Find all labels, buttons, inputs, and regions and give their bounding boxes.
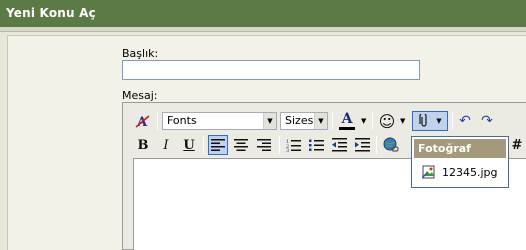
align-left-button[interactable] <box>208 135 228 155</box>
attachment-dropdown: Fotoğraf Yükle 12345.jpg <box>411 136 509 188</box>
bullet-list-icon <box>308 139 324 151</box>
align-center-button[interactable] <box>231 135 251 155</box>
chevron-down-icon[interactable]: ▼ <box>361 117 366 125</box>
chevron-down-icon: ▼ <box>263 113 276 129</box>
code-button[interactable]: # <box>507 135 526 155</box>
title-input[interactable] <box>122 60 420 80</box>
undo-icon[interactable]: ↶ <box>455 111 475 131</box>
window-title: Yeni Konu Aç <box>6 6 96 20</box>
paperclip-icon <box>419 114 427 127</box>
text-color-swatch <box>339 127 355 130</box>
remove-format-icon: A <box>135 115 150 129</box>
outdent-icon <box>331 138 347 152</box>
numbered-list-icon: 123 <box>286 139 301 152</box>
chevron-down-icon[interactable]: ▼ <box>400 117 405 125</box>
window-titlebar: Yeni Konu Aç <box>0 0 526 27</box>
svg-text:3: 3 <box>286 148 289 152</box>
image-file-icon <box>422 165 435 179</box>
bullet-list-button[interactable] <box>306 135 326 155</box>
align-right-button[interactable] <box>254 135 274 155</box>
redo-icon[interactable]: ↷ <box>477 111 497 131</box>
font-select[interactable]: Fonts ▼ <box>162 112 277 130</box>
smiley-icon[interactable]: ☺ <box>377 111 397 131</box>
remove-format-button[interactable]: A <box>133 111 153 131</box>
outdent-button[interactable] <box>329 135 349 155</box>
text-color-icon: A <box>341 111 353 127</box>
upload-photo-header: Fotoğraf Yükle <box>414 139 506 174</box>
message-label: Mesaj: <box>122 89 158 102</box>
align-right-icon <box>257 139 271 151</box>
text-color-button[interactable]: A <box>336 110 358 132</box>
insert-link-button[interactable] <box>381 135 401 155</box>
attachment-button[interactable]: ▼ <box>412 111 448 131</box>
title-label: Başlık: <box>122 47 159 60</box>
indent-icon <box>354 138 370 152</box>
titlebar-edge <box>0 27 526 32</box>
attachment-filename: 12345.jpg <box>442 165 498 179</box>
left-gutter <box>0 33 7 250</box>
indent-button[interactable] <box>352 135 372 155</box>
attachment-item[interactable]: 12345.jpg <box>414 161 506 183</box>
toolbar-row-1: A Fonts ▼ Sizes ▼ A ▼ ☺ ▼ ▼ ↶ ↷ <box>123 109 526 133</box>
italic-button[interactable]: I <box>156 135 176 155</box>
numbered-list-button[interactable]: 123 <box>283 135 303 155</box>
align-left-icon <box>211 139 225 151</box>
globe-link-icon <box>383 137 399 152</box>
bold-button[interactable]: B <box>133 135 153 155</box>
underline-button[interactable]: U <box>179 135 199 155</box>
chevron-down-icon: ▼ <box>436 117 442 125</box>
align-center-icon <box>234 139 248 151</box>
chevron-down-icon: ▼ <box>314 113 327 129</box>
size-select[interactable]: Sizes ▼ <box>280 112 328 130</box>
